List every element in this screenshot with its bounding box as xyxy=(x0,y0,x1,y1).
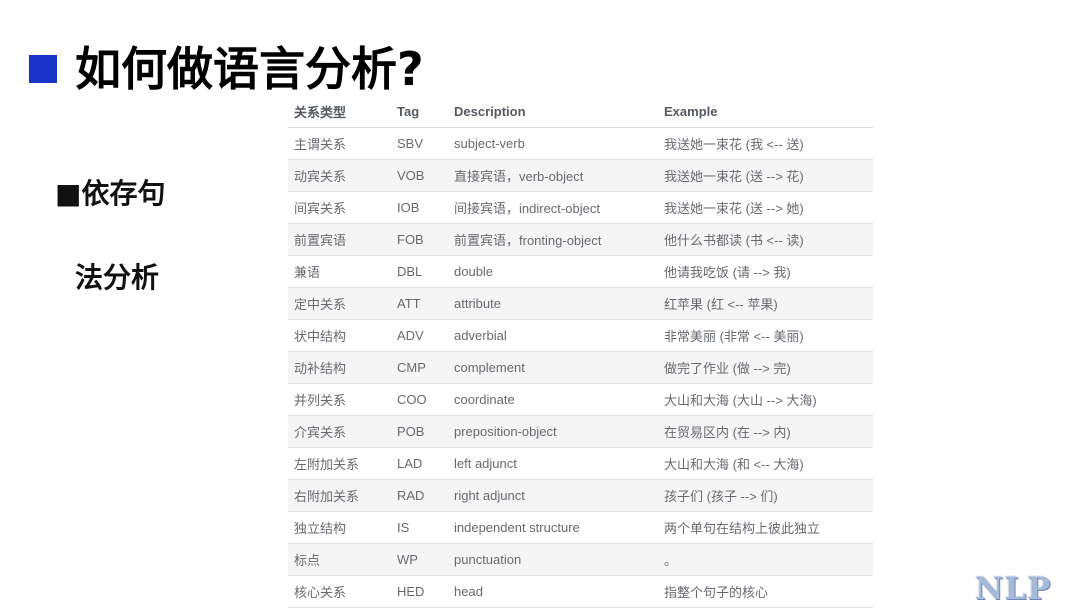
cell-example: 指整个句子的核心 xyxy=(658,575,873,608)
cell-example: 两个单句在结构上彼此独立 xyxy=(658,511,873,544)
cell-description: complement xyxy=(448,351,658,384)
column-header-tag: Tag xyxy=(391,96,448,128)
table-row: 并列关系 COO coordinate 大山和大海 (大山 --> 大海) xyxy=(288,383,873,416)
cell-example: 他请我吃饭 (请 --> 我) xyxy=(658,255,873,288)
cell-tag: LAD xyxy=(391,447,448,480)
column-header-example: Example xyxy=(658,96,873,128)
cell-tag: VOB xyxy=(391,159,448,192)
cell-relation-type: 兼语 xyxy=(288,255,391,288)
table-row: 主谓关系 SBV subject-verb 我送她一束花 (我 <-- 送) xyxy=(288,127,873,160)
cell-description: right adjunct xyxy=(448,479,658,512)
table-row: 前置宾语 FOB 前置宾语，fronting-object 他什么书都读 (书 <--… xyxy=(288,223,873,256)
column-header-description: Description xyxy=(448,96,658,128)
table-header-row: 关系类型 Tag Description Example xyxy=(288,96,873,128)
cell-relation-type: 独立结构 xyxy=(288,511,391,544)
cell-relation-type: 间宾关系 xyxy=(288,191,391,224)
cell-tag: CMP xyxy=(391,351,448,384)
cell-description: double xyxy=(448,255,658,288)
cell-relation-type: 介宾关系 xyxy=(288,415,391,448)
cell-relation-type: 动补结构 xyxy=(288,351,391,384)
table-row: 独立结构 IS independent structure 两个单句在结构上彼此独立 xyxy=(288,511,873,544)
table-row: 动宾关系 VOB 直接宾语，verb-object 我送她一束花 (送 --> 花) xyxy=(288,159,873,192)
table-row: 间宾关系 IOB 间接宾语，indirect-object 我送她一束花 (送 -->… xyxy=(288,191,873,224)
cell-example: 非常美丽 (非常 <-- 美丽) xyxy=(658,319,873,352)
cell-tag: ATT xyxy=(391,287,448,320)
cell-tag: IS xyxy=(391,511,448,544)
dependency-relations-table: 关系类型 Tag Description Example 主谓关系 SBV subj… xyxy=(288,96,873,608)
slide-title: 如何做语言分析? xyxy=(75,42,424,96)
cell-description: left adjunct xyxy=(448,447,658,480)
cell-relation-type: 动宾关系 xyxy=(288,159,391,192)
cell-relation-type: 核心关系 xyxy=(288,575,391,608)
cell-description: coordinate xyxy=(448,383,658,416)
cell-example: 大山和大海 (大山 --> 大海) xyxy=(658,383,873,416)
cell-relation-type: 定中关系 xyxy=(288,287,391,320)
cell-tag: COO xyxy=(391,383,448,416)
cell-description: attribute xyxy=(448,287,658,320)
table-row: 右附加关系 RAD right adjunct 孩子们 (孩子 --> 们) xyxy=(288,479,873,512)
cell-relation-type: 并列关系 xyxy=(288,383,391,416)
cell-description: 前置宾语，fronting-object xyxy=(448,223,658,256)
cell-description: punctuation xyxy=(448,543,658,576)
cell-example: 孩子们 (孩子 --> 们) xyxy=(658,479,873,512)
cell-description: 直接宾语，verb-object xyxy=(448,159,658,192)
cell-relation-type: 标点 xyxy=(288,543,391,576)
cell-description: subject-verb xyxy=(448,127,658,160)
cell-tag: FOB xyxy=(391,223,448,256)
side-text-line-1: ■依存句 xyxy=(55,177,166,210)
title-bullet-square xyxy=(29,55,57,83)
table-row: 定中关系 ATT attribute 红苹果 (红 <-- 苹果) xyxy=(288,287,873,320)
cell-description: head xyxy=(448,575,658,608)
table-row: 标点 WP punctuation。 xyxy=(288,543,873,576)
cell-tag: HED xyxy=(391,575,448,608)
table-row: 左附加关系 LAD left adjunct 大山和大海 (和 <-- 大海) xyxy=(288,447,873,480)
cell-tag: WP xyxy=(391,543,448,576)
column-header-relation-type: 关系类型 xyxy=(288,96,391,128)
cell-tag: RAD xyxy=(391,479,448,512)
cell-tag: DBL xyxy=(391,255,448,288)
cell-tag: POB xyxy=(391,415,448,448)
cell-example: 红苹果 (红 <-- 苹果) xyxy=(658,287,873,320)
cell-relation-type: 状中结构 xyxy=(288,319,391,352)
cell-description: preposition-object xyxy=(448,415,658,448)
side-text-line-2: 法分析 xyxy=(75,261,160,294)
cell-relation-type: 主谓关系 xyxy=(288,127,391,160)
cell-relation-type: 前置宾语 xyxy=(288,223,391,256)
cell-example: 做完了作业 (做 --> 完) xyxy=(658,351,873,384)
cell-example: 大山和大海 (和 <-- 大海) xyxy=(658,447,873,480)
table-row: 兼语 DBL double 他请我吃饭 (请 --> 我) xyxy=(288,255,873,288)
cell-example: 在贸易区内 (在 --> 内) xyxy=(658,415,873,448)
cell-description: 间接宾语，indirect-object xyxy=(448,191,658,224)
cell-example: 我送她一束花 (送 --> 花) xyxy=(658,159,873,192)
cell-example: 他什么书都读 (书 <-- 读) xyxy=(658,223,873,256)
cell-example: 。 xyxy=(658,543,873,576)
cell-tag: SBV xyxy=(391,127,448,160)
table-row: 状中结构 ADV adverbial 非常美丽 (非常 <-- 美丽) xyxy=(288,319,873,352)
cell-example: 我送她一束花 (送 --> 她) xyxy=(658,191,873,224)
cell-description: independent structure xyxy=(448,511,658,544)
cell-description: adverbial xyxy=(448,319,658,352)
table-row: 动补结构 CMP complement 做完了作业 (做 --> 完) xyxy=(288,351,873,384)
cell-relation-type: 右附加关系 xyxy=(288,479,391,512)
cell-example: 我送她一束花 (我 <-- 送) xyxy=(658,127,873,160)
cell-tag: IOB xyxy=(391,191,448,224)
cell-tag: ADV xyxy=(391,319,448,352)
table-row: 核心关系 HED head 指整个句子的核心 xyxy=(288,575,873,608)
table-row: 介宾关系 POB preposition-object 在贸易区内 (在 --> 内) xyxy=(288,415,873,448)
nlp-logo: NLP xyxy=(975,571,1052,607)
cell-relation-type: 左附加关系 xyxy=(288,447,391,480)
table-body: 主谓关系 SBV subject-verb 我送她一束花 (我 <-- 送) 动宾关系 V… xyxy=(288,127,873,608)
